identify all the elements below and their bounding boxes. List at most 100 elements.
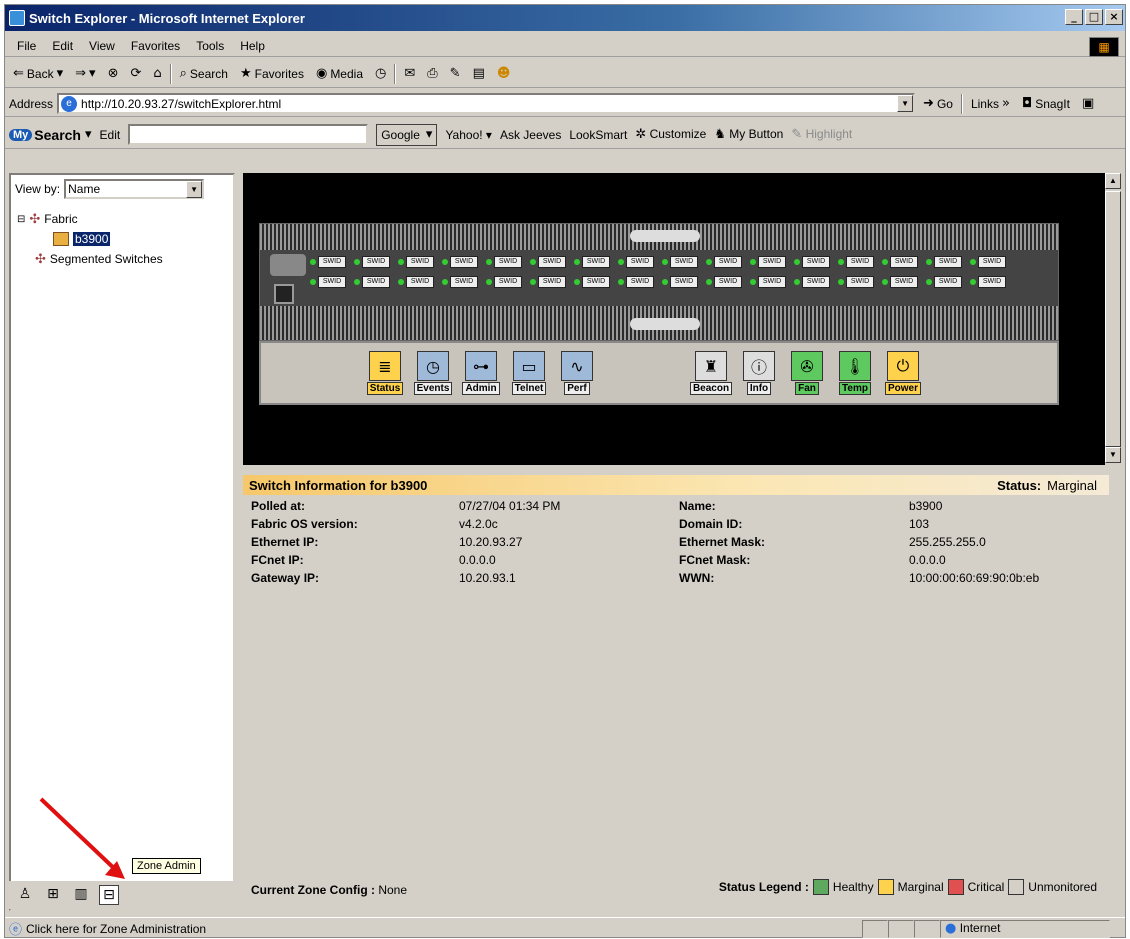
fc-port[interactable]: SWID bbox=[618, 274, 656, 290]
menu-view[interactable]: View bbox=[81, 39, 123, 53]
mybutton-button[interactable]: ♞ My Button bbox=[714, 127, 783, 142]
view-by-dropdown-button[interactable]: ▼ bbox=[186, 181, 203, 198]
maximize-button[interactable]: □ bbox=[1085, 9, 1103, 25]
fabric-topology-icon[interactable]: ⊞ bbox=[43, 885, 63, 905]
fc-port[interactable]: SWID bbox=[398, 274, 436, 290]
customize-button[interactable]: ✲ Customize bbox=[635, 127, 706, 142]
scroll-up-button[interactable]: ▲ bbox=[1105, 173, 1121, 189]
fc-port[interactable]: SWID bbox=[618, 254, 656, 270]
search-button[interactable]: ⌕ Search bbox=[176, 64, 232, 83]
fc-port[interactable]: SWID bbox=[574, 274, 612, 290]
highlight-button[interactable]: ✎ Highlight bbox=[791, 127, 852, 142]
discuss-button[interactable]: ▤ bbox=[469, 64, 489, 83]
view-by-select[interactable]: Name ▼ bbox=[64, 179, 205, 199]
search-edit-button[interactable]: Edit bbox=[100, 128, 121, 142]
refresh-icon: ⟳ bbox=[130, 66, 142, 81]
fc-port[interactable]: SWID bbox=[706, 254, 744, 270]
snagit-button[interactable]: ◘ SnagIt bbox=[1018, 94, 1074, 113]
messenger-button[interactable]: ☻ bbox=[493, 64, 515, 83]
fc-port[interactable]: SWID bbox=[662, 254, 700, 270]
fc-port[interactable]: SWID bbox=[310, 254, 348, 270]
info-button[interactable]: ⓘ Info bbox=[739, 351, 779, 397]
temp-button[interactable]: 🌡 Temp bbox=[835, 351, 875, 397]
telnet-button[interactable]: ▭ Telnet bbox=[509, 351, 549, 397]
fc-port[interactable]: SWID bbox=[882, 274, 920, 290]
fc-port[interactable]: SWID bbox=[794, 274, 832, 290]
fc-port[interactable]: SWID bbox=[530, 274, 568, 290]
fc-port[interactable]: SWID bbox=[750, 274, 788, 290]
fan-button[interactable]: ✇ Fan bbox=[787, 351, 827, 397]
perf-button[interactable]: ∿ Perf bbox=[557, 351, 597, 397]
name-server-icon[interactable]: ▥ bbox=[71, 885, 91, 905]
stop-button[interactable]: ⊗ bbox=[104, 64, 123, 83]
fc-port[interactable]: SWID bbox=[486, 254, 524, 270]
scroll-thumb[interactable] bbox=[1105, 191, 1121, 447]
menu-file[interactable]: File bbox=[9, 39, 44, 53]
back-button[interactable]: ⇐ Back ▾ bbox=[9, 64, 67, 83]
fc-port[interactable]: SWID bbox=[398, 254, 436, 270]
collapse-icon[interactable]: ⊟ bbox=[17, 214, 25, 225]
yahoo-link[interactable]: Yahoo! ▾ bbox=[445, 128, 492, 142]
fc-port[interactable]: SWID bbox=[838, 274, 876, 290]
fc-port[interactable]: SWID bbox=[530, 254, 568, 270]
beacon-button[interactable]: ♜ Beacon bbox=[689, 351, 733, 397]
fc-port[interactable]: SWID bbox=[486, 274, 524, 290]
favorites-button[interactable]: ★ Favorites bbox=[236, 64, 308, 83]
edit-button[interactable]: ✎ bbox=[446, 64, 465, 83]
zone-admin-icon[interactable]: ⊟ bbox=[99, 885, 119, 905]
menu-favorites[interactable]: Favorites bbox=[123, 39, 188, 53]
address-dropdown-button[interactable]: ▼ bbox=[897, 95, 914, 112]
port-led bbox=[354, 259, 360, 265]
fc-port[interactable]: SWID bbox=[970, 274, 1008, 290]
fc-port[interactable]: SWID bbox=[926, 274, 964, 290]
close-button[interactable]: × bbox=[1105, 9, 1123, 25]
menu-help[interactable]: Help bbox=[232, 39, 273, 53]
looksmart-link[interactable]: LookSmart bbox=[569, 128, 627, 142]
mysearch-button[interactable]: My Search ▾ bbox=[9, 127, 92, 143]
fc-port[interactable]: SWID bbox=[442, 274, 480, 290]
search-input[interactable] bbox=[128, 124, 369, 145]
minimize-button[interactable]: _ bbox=[1065, 9, 1083, 25]
switch-pane-scrollbar[interactable]: ▲ ▼ bbox=[1105, 173, 1121, 465]
fc-port[interactable]: SWID bbox=[794, 254, 832, 270]
menu-tools[interactable]: Tools bbox=[188, 39, 232, 53]
fc-port[interactable]: SWID bbox=[926, 254, 964, 270]
events-button[interactable]: ◷ Events bbox=[413, 351, 453, 397]
askjeeves-link[interactable]: Ask Jeeves bbox=[500, 128, 561, 142]
home-button[interactable]: ⌂ bbox=[149, 64, 165, 83]
fc-port[interactable]: SWID bbox=[970, 254, 1008, 270]
fc-port[interactable]: SWID bbox=[662, 274, 700, 290]
tree-node-segmented-switches[interactable]: ✣ Segmented Switches bbox=[17, 249, 163, 269]
menu-edit[interactable]: Edit bbox=[44, 39, 81, 53]
google-button[interactable]: Google ▾ bbox=[376, 123, 438, 146]
red-arrow-annotation bbox=[39, 797, 125, 879]
fc-port[interactable]: SWID bbox=[838, 254, 876, 270]
user-admin-icon[interactable]: ♙ bbox=[15, 885, 35, 905]
fc-port[interactable]: SWID bbox=[442, 254, 480, 270]
mail-button[interactable]: ✉ bbox=[400, 64, 419, 83]
status-button[interactable]: ≣ Status bbox=[365, 351, 405, 397]
fc-port[interactable]: SWID bbox=[354, 274, 392, 290]
go-button[interactable]: ➜ Go bbox=[919, 94, 957, 113]
forward-button[interactable]: ⇒ ▾ bbox=[71, 64, 99, 83]
tree-node-b3900[interactable]: b3900 bbox=[17, 229, 163, 249]
fc-port[interactable]: SWID bbox=[354, 254, 392, 270]
fc-port[interactable]: SWID bbox=[750, 254, 788, 270]
tree-node-fabric[interactable]: ⊟ ✣ Fabric bbox=[17, 209, 163, 229]
scroll-down-button[interactable]: ▼ bbox=[1105, 447, 1121, 463]
history-button[interactable]: ◷ bbox=[371, 64, 390, 83]
media-button[interactable]: ◉ Media bbox=[312, 64, 367, 83]
links-button[interactable]: Links» bbox=[967, 94, 1014, 113]
admin-button[interactable]: ⊶ Admin bbox=[461, 351, 501, 397]
power-button[interactable]: ⏻ Power bbox=[883, 351, 923, 397]
address-input[interactable]: e http://10.20.93.27/switchExplorer.html… bbox=[57, 93, 916, 114]
serial-port[interactable] bbox=[270, 254, 306, 276]
print-button[interactable]: ⎙ bbox=[423, 64, 441, 83]
fc-port[interactable]: SWID bbox=[310, 274, 348, 290]
fc-port[interactable]: SWID bbox=[882, 254, 920, 270]
fc-port[interactable]: SWID bbox=[706, 274, 744, 290]
refresh-button[interactable]: ⟳ bbox=[126, 64, 145, 83]
ethernet-port[interactable] bbox=[274, 284, 294, 304]
fc-port[interactable]: SWID bbox=[574, 254, 612, 270]
snagit-settings-button[interactable]: ▣ bbox=[1078, 94, 1098, 113]
